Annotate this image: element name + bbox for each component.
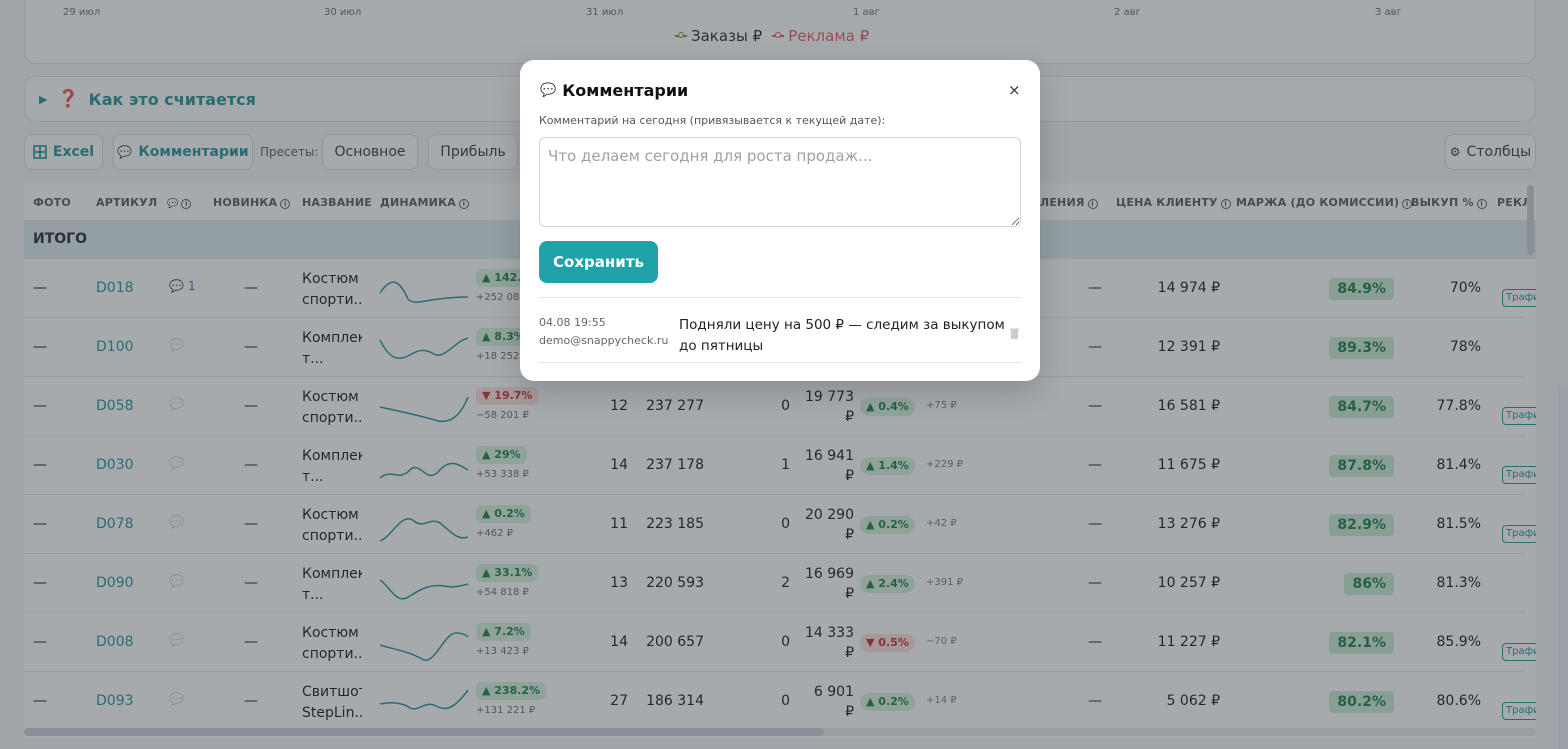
comment-textarea[interactable]	[539, 137, 1021, 227]
speech-bubble-icon: 💬	[540, 83, 557, 98]
divider	[539, 297, 1021, 298]
comments-modal: 💬 Комментарии × Комментарий на сегодня (…	[520, 60, 1040, 381]
comment-author: demo@snappycheck.ru	[539, 334, 669, 347]
save-button[interactable]: Сохранить	[539, 241, 658, 283]
comment-text: Подняли цену на 500 ₽ — следим за выкупо…	[679, 317, 1005, 354]
page-scrollbar[interactable]	[1558, 388, 1568, 749]
comment-date: 04.08 19:55	[539, 316, 606, 329]
trash-icon[interactable]	[1010, 328, 1019, 339]
comment-field-label: Комментарий на сегодня (привязывается к …	[539, 114, 886, 127]
modal-title: 💬 Комментарии	[540, 81, 688, 100]
divider	[539, 362, 1021, 363]
close-icon[interactable]: ×	[1008, 81, 1021, 99]
modal-title-text: Комментарии	[562, 81, 689, 100]
